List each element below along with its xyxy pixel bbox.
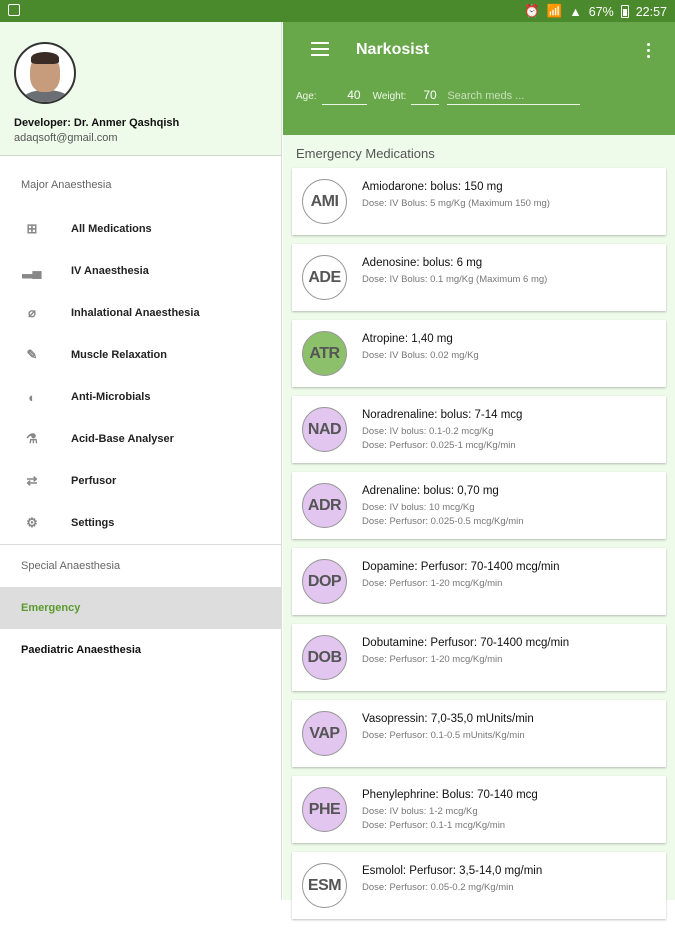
medication-title: Amiodarone: bolus: 150 mg xyxy=(362,181,503,193)
status-icons: ⏰ 📶 ▲ 67% 22:57 xyxy=(524,4,667,19)
app-bar: Narkosist Age: 40 Weight: 70 Search meds… xyxy=(283,22,675,135)
medication-title: Dobutamine: Perfusor: 70-1400 mcg/min xyxy=(362,637,570,649)
major-anaesthesia-menu: ⊞ All Medications ▂▄ IV Anaesthesia ⌀ Inhalat… xyxy=(0,208,281,544)
medication-card[interactable]: ESM Esmolol: Perfusor: 3,5-14,0 mg/min Dos… xyxy=(292,852,666,919)
medication-card[interactable]: DOP Dopamine: Perfusor: 70-1400 mcg/min Do… xyxy=(292,548,666,615)
medication-dose: Dose: Perfusor: 1-20 mcg/Kg/min xyxy=(362,654,503,665)
medication-dose: Dose: IV bolus: 1-2 mcg/Kg xyxy=(362,806,478,817)
menu-icon[interactable] xyxy=(311,42,329,56)
clock: 22:57 xyxy=(635,4,667,19)
medication-card[interactable]: ATR Atropine: 1,40 mg Dose: IV Bolus: 0.02… xyxy=(292,320,666,387)
nav-item-label: Perfusor xyxy=(71,475,117,487)
gallery-notification-icon xyxy=(8,4,20,16)
medication-title: Dopamine: Perfusor: 70-1400 mcg/min xyxy=(362,561,560,573)
nav-paediatric-anaesthesia[interactable]: Paediatric Anaesthesia xyxy=(0,629,281,671)
patient-fields: Age: 40 Weight: 70 Search meds ... xyxy=(296,88,581,105)
wifi-icon: 📶 xyxy=(546,4,563,18)
navigation-drawer: Developer: Dr. Anmer Qashqish adaqsoft@g… xyxy=(0,22,282,900)
nav-settings[interactable]: ⚙ Settings xyxy=(0,502,281,544)
pill-icon: ◐ xyxy=(28,389,36,405)
medication-card[interactable]: ADR Adrenaline: bolus: 0,70 mg Dose: IV bo… xyxy=(292,472,666,539)
medication-dose: Dose: Perfusor: 1-20 mcg/Kg/min xyxy=(362,578,503,589)
section-major-anaesthesia: Major Anaesthesia xyxy=(21,179,112,191)
medication-card[interactable]: NAD Noradrenaline: bolus: 7-14 mcg Dose: I… xyxy=(292,396,666,463)
nav-item-label: Inhalational Anaesthesia xyxy=(71,307,200,319)
nav-item-label: Settings xyxy=(71,517,115,529)
weight-input[interactable]: 70 xyxy=(411,88,440,105)
nav-iv-anaesthesia[interactable]: ▂▄ IV Anaesthesia xyxy=(0,250,281,292)
medication-badge: PHE xyxy=(302,787,347,832)
more-options-icon[interactable] xyxy=(647,43,651,61)
medication-card[interactable]: ADE Adenosine: bolus: 6 mg Dose: IV Bolus:… xyxy=(292,244,666,311)
developer-name: Developer: Dr. Anmer Qashqish xyxy=(14,117,180,129)
medication-badge: AMI xyxy=(302,179,347,224)
medication-dose: Dose: Perfusor: 0.025-1 mcg/Kg/min xyxy=(362,440,516,451)
nav-anti-microbials[interactable]: ◐ Anti-Microbials xyxy=(0,376,281,418)
medication-badge: ADR xyxy=(302,483,347,528)
signal-icon: ▲ xyxy=(569,4,582,19)
medication-title: Esmolol: Perfusor: 3,5-14,0 mg/min xyxy=(362,865,543,877)
nav-inhalational-anaesthesia[interactable]: ⌀ Inhalational Anaesthesia xyxy=(0,292,281,334)
battery-icon xyxy=(620,5,629,18)
medication-card[interactable]: DOB Dobutamine: Perfusor: 70-1400 mcg/min… xyxy=(292,624,666,691)
medication-badge: ATR xyxy=(302,331,347,376)
search-input[interactable]: Search meds ... xyxy=(447,90,581,105)
medication-dose: Dose: IV Bolus: 0.1 mg/Kg (Maximum 6 mg) xyxy=(362,274,548,285)
medication-badge: DOP xyxy=(302,559,347,604)
bars-icon: ▂▄ xyxy=(22,263,42,278)
medication-dose: Dose: IV bolus: 10 mcg/Kg xyxy=(362,502,475,513)
flask-icon: ⚗ xyxy=(26,431,38,446)
medication-dose: Dose: IV Bolus: 0.02 mg/Kg xyxy=(362,350,479,361)
medication-dose: Dose: Perfusor: 0.1-1 mcg/Kg/min xyxy=(362,820,506,831)
medication-dose: Dose: Perfusor: 0.025-0.5 mcg/Kg/min xyxy=(362,516,524,527)
status-bar: ⏰ 📶 ▲ 67% 22:57 xyxy=(0,0,675,22)
medication-title: Vasopressin: 7,0-35,0 mUnits/min xyxy=(362,713,534,725)
medication-badge: ADE xyxy=(302,255,347,300)
developer-avatar xyxy=(14,42,76,104)
nav-all-medications[interactable]: ⊞ All Medications xyxy=(0,208,281,250)
nav-emergency[interactable]: Emergency xyxy=(0,587,281,629)
alarm-icon: ⏰ xyxy=(524,4,540,18)
nav-item-label: Acid-Base Analyser xyxy=(71,433,174,445)
capsule-icon: ⌀ xyxy=(28,305,36,320)
nav-item-label: Anti-Microbials xyxy=(71,391,151,403)
pump-icon: ⇄ xyxy=(26,473,38,488)
app-title: Narkosist xyxy=(356,41,429,58)
nav-item-label: Muscle Relaxation xyxy=(71,349,167,361)
medication-card[interactable]: VAP Vasopressin: 7,0-35,0 mUnits/min Dose:… xyxy=(292,700,666,767)
battery-percent: 67% xyxy=(588,4,614,19)
nav-perfusor[interactable]: ⇄ Perfusor xyxy=(0,460,281,502)
medication-title: Phenylephrine: Bolus: 70-140 mcg xyxy=(362,789,538,801)
syringe-icon: ✎ xyxy=(26,347,38,362)
medication-card[interactable]: AMI Amiodarone: bolus: 150 mg Dose: IV Bol… xyxy=(292,168,666,235)
medication-card[interactable]: PHE Phenylephrine: Bolus: 70-140 mcg Dose:… xyxy=(292,776,666,843)
medication-dose: Dose: Perfusor: 0.05-0.2 mg/Kg/min xyxy=(362,882,514,893)
medication-badge: DOB xyxy=(302,635,347,680)
plus-box-icon: ⊞ xyxy=(26,221,38,236)
main-content: Narkosist Age: 40 Weight: 70 Search meds… xyxy=(283,22,675,919)
gear-icon: ⚙ xyxy=(26,515,38,530)
nav-item-label: IV Anaesthesia xyxy=(71,265,149,277)
medication-dose: Dose: IV bolus: 0.1-0.2 mcg/Kg xyxy=(362,426,494,437)
medication-badge: ESM xyxy=(302,863,347,908)
list-title: Emergency Medications xyxy=(296,146,435,161)
medication-badge: VAP xyxy=(302,711,347,756)
nav-item-label: All Medications xyxy=(71,223,152,235)
weight-label: Weight: xyxy=(372,91,407,102)
medication-dose: Dose: Perfusor: 0.1-0.5 mUnits/Kg/min xyxy=(362,730,525,741)
medication-list: AMI Amiodarone: bolus: 150 mg Dose: IV Bol… xyxy=(292,168,666,928)
medication-title: Adenosine: bolus: 6 mg xyxy=(362,257,483,269)
medication-badge: NAD xyxy=(302,407,347,452)
nav-muscle-relaxation[interactable]: ✎ Muscle Relaxation xyxy=(0,334,281,376)
medication-title: Adrenaline: bolus: 0,70 mg xyxy=(362,485,499,497)
medication-title: Atropine: 1,40 mg xyxy=(362,333,453,345)
developer-email: adaqsoft@gmail.com xyxy=(14,132,118,144)
nav-acid-base-analyser[interactable]: ⚗ Acid-Base Analyser xyxy=(0,418,281,460)
drawer-header: Developer: Dr. Anmer Qashqish adaqsoft@g… xyxy=(0,22,281,156)
medication-dose: Dose: IV Bolus: 5 mg/Kg (Maximum 150 mg) xyxy=(362,198,550,209)
age-label: Age: xyxy=(296,91,317,102)
medication-title: Noradrenaline: bolus: 7-14 mcg xyxy=(362,409,523,421)
age-input[interactable]: 40 xyxy=(321,88,367,105)
nav-special-anaesthesia[interactable]: Special Anaesthesia xyxy=(0,545,281,587)
